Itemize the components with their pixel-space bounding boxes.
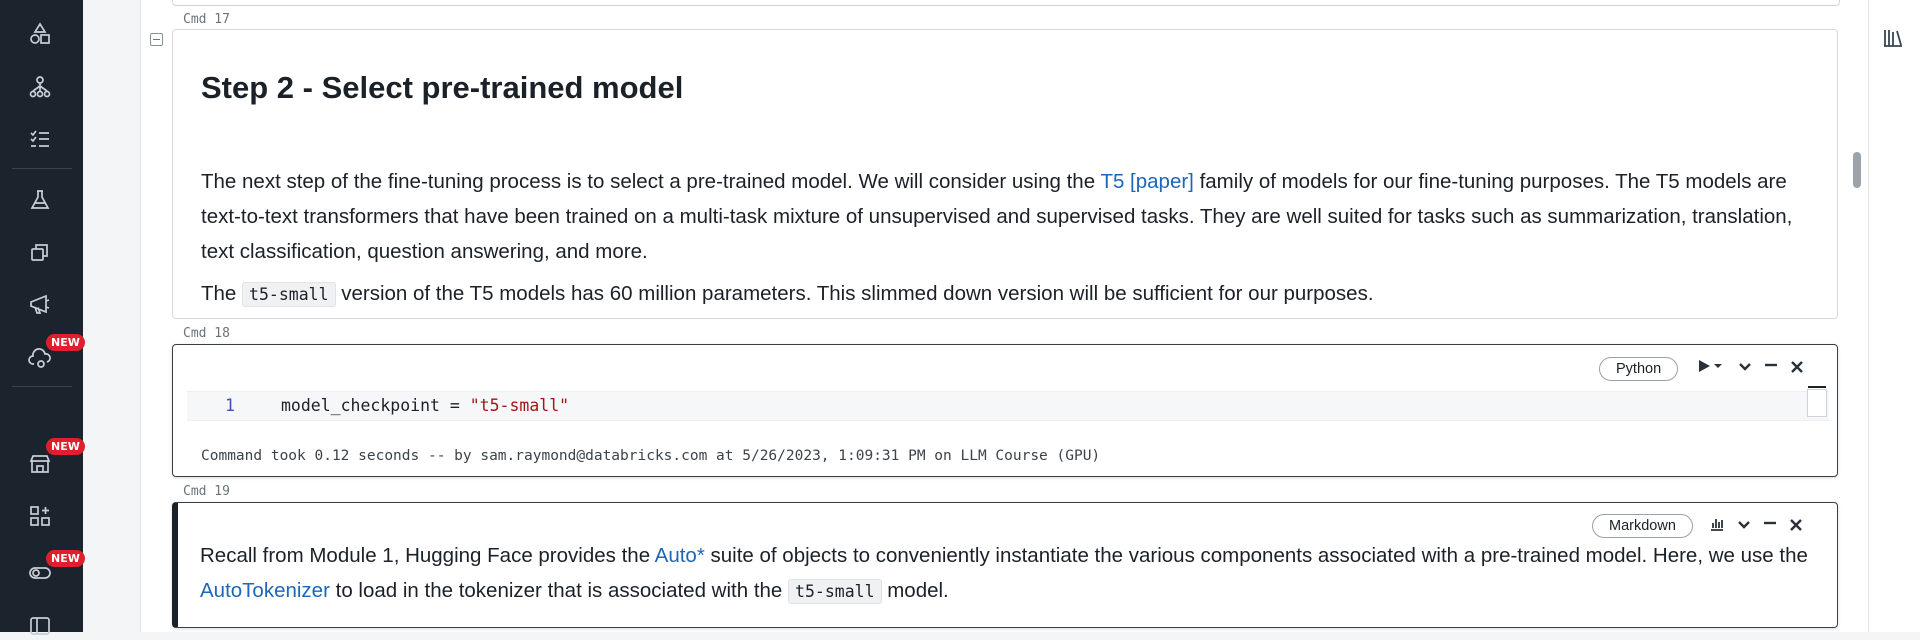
markdown-cell-cmd17[interactable]: Step 2 - Select pre-trained model The ne… bbox=[172, 29, 1838, 319]
minimize-icon[interactable] bbox=[1762, 356, 1780, 374]
close-icon[interactable] bbox=[1788, 358, 1806, 376]
store-icon[interactable] bbox=[26, 450, 54, 478]
run-cell-button[interactable] bbox=[1697, 357, 1727, 375]
paragraph-text: Recall from Module 1, Hugging Face provi… bbox=[200, 544, 655, 567]
cell-heading: Step 2 - Select pre-trained model bbox=[201, 70, 684, 105]
checklist-icon[interactable] bbox=[26, 125, 54, 153]
cell-paragraph: The next step of the fine-tuning process… bbox=[201, 164, 1809, 269]
autotokenizer-link[interactable]: AutoTokenizer bbox=[200, 579, 330, 602]
previous-cell[interactable] bbox=[172, 0, 1840, 6]
language-selector[interactable]: Python bbox=[1599, 357, 1679, 381]
paragraph-text: model. bbox=[881, 579, 949, 602]
command-result: Command took 0.12 seconds -- by sam.raym… bbox=[201, 448, 1101, 464]
layers-icon[interactable] bbox=[26, 238, 54, 266]
nav-divider bbox=[12, 168, 72, 169]
close-icon[interactable] bbox=[1787, 516, 1805, 534]
language-selector[interactable]: Markdown bbox=[1592, 514, 1693, 538]
new-badge: NEW bbox=[46, 438, 85, 455]
new-badge: NEW bbox=[46, 550, 85, 567]
left-nav-rail: NEW NEW NEW bbox=[0, 0, 85, 635]
auto-link[interactable]: Auto* bbox=[655, 544, 705, 567]
paragraph-text: The next step of the fine-tuning process… bbox=[201, 170, 1101, 193]
collapse-cell-icon[interactable] bbox=[150, 33, 163, 46]
chart-icon[interactable] bbox=[1708, 515, 1726, 533]
cmd-label: Cmd 17 bbox=[183, 12, 230, 27]
chevron-down-icon[interactable] bbox=[1735, 516, 1753, 534]
paragraph-text: to load in the tokenizer that is associa… bbox=[329, 579, 789, 602]
cell-paragraph: Recall from Module 1, Hugging Face provi… bbox=[200, 538, 1815, 609]
markdown-cell-cmd19[interactable]: Markdown Recall from Module 1, Hugging F… bbox=[172, 502, 1838, 628]
chevron-down-icon[interactable] bbox=[1736, 358, 1754, 376]
nav-divider bbox=[12, 386, 72, 387]
paragraph-text: The bbox=[201, 282, 243, 305]
inline-code: t5-small bbox=[242, 282, 336, 307]
shapes-icon[interactable] bbox=[26, 20, 54, 48]
cell-paragraph: The t5-small version of the T5 models ha… bbox=[201, 276, 1809, 312]
new-badge: NEW bbox=[46, 334, 85, 351]
add-apps-icon[interactable] bbox=[26, 502, 54, 530]
editor-scrollbar[interactable] bbox=[1807, 386, 1827, 417]
notebook-scrollbar[interactable] bbox=[1853, 152, 1861, 188]
cmd-label: Cmd 18 bbox=[183, 326, 230, 341]
inline-code: t5-small bbox=[788, 579, 882, 604]
paragraph-text: suite of objects to conveniently instant… bbox=[704, 544, 1808, 567]
paragraph-text: version of the T5 models has 60 million … bbox=[335, 282, 1374, 305]
library-icon[interactable] bbox=[1881, 26, 1907, 52]
code-variable: model_checkpoint = bbox=[281, 396, 470, 415]
hierarchy-icon[interactable] bbox=[26, 73, 54, 101]
code-line: model_checkpoint = "t5-small" bbox=[281, 396, 569, 415]
line-number: 1 bbox=[225, 396, 235, 415]
sidebar-panel-icon[interactable] bbox=[26, 612, 54, 640]
minimize-icon[interactable] bbox=[1761, 514, 1779, 532]
t5-paper-link[interactable]: T5 [paper] bbox=[1100, 170, 1193, 193]
code-string: "t5-small" bbox=[469, 396, 570, 415]
right-side-panel bbox=[1868, 0, 1920, 632]
megaphone-icon[interactable] bbox=[26, 290, 54, 318]
code-editor[interactable]: 1 model_checkpoint = "t5-small" bbox=[187, 391, 1829, 421]
cmd-label: Cmd 19 bbox=[183, 484, 230, 499]
code-cell-cmd18[interactable]: Python 1 model_checkpoint = "t5-small" C… bbox=[172, 344, 1838, 477]
flask-icon[interactable] bbox=[26, 186, 54, 214]
